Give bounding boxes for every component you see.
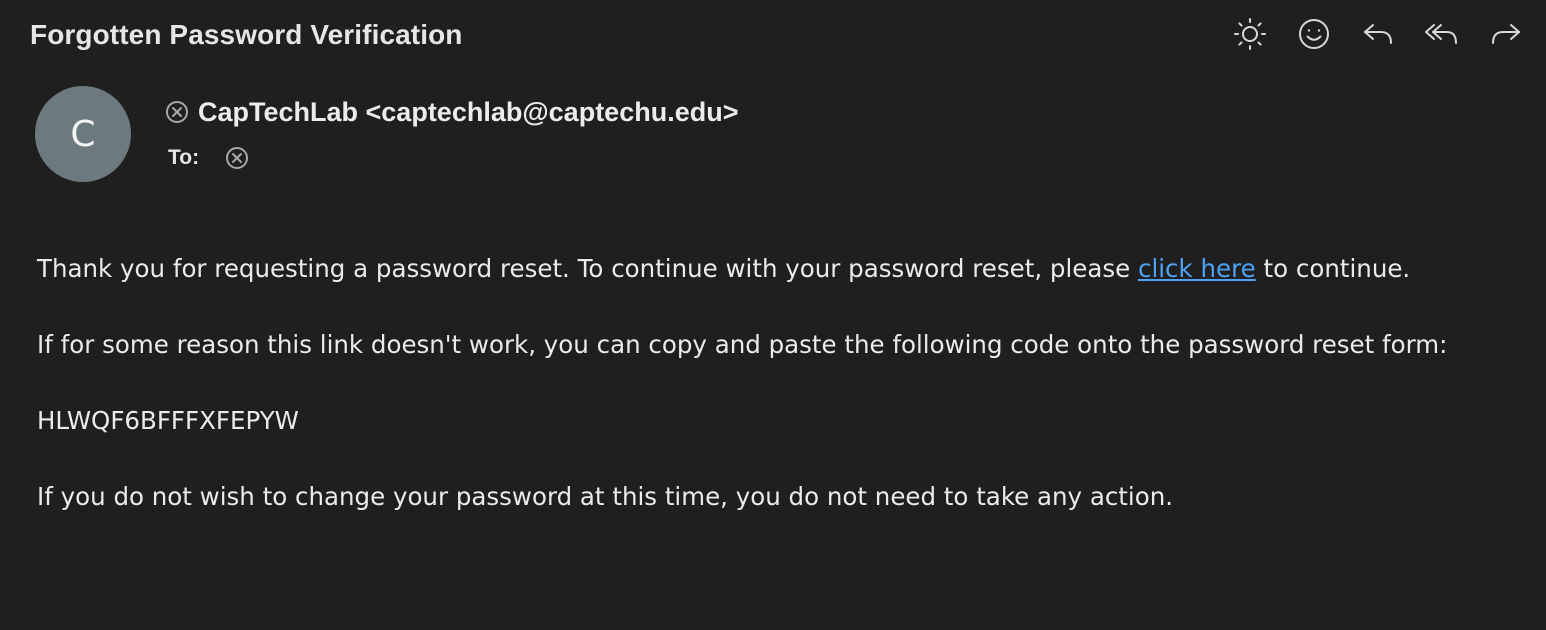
recipient-address[interactable] <box>257 148 347 168</box>
body-paragraph-2: If for some reason this link doesn't wor… <box>37 330 1448 359</box>
reset-intro-end: to continue. <box>1255 254 1411 283</box>
to-label: To: <box>168 146 200 169</box>
sender-line: CapTechLab <captechlab@captechu.edu> <box>165 93 738 131</box>
message-toolbar <box>1232 14 1524 54</box>
remove-sender-icon[interactable] <box>165 100 189 124</box>
email-reading-pane: Forgotten Password Verification C CapTec… <box>0 0 1546 630</box>
reply-button[interactable] <box>1360 14 1396 54</box>
reply-all-icon <box>1425 24 1457 44</box>
reset-intro-text: Thank you for requesting a password rese… <box>37 254 1138 283</box>
remove-recipient-icon[interactable] <box>225 146 249 170</box>
reset-link[interactable]: click here <box>1138 254 1256 283</box>
recipient-line: To: <box>168 140 347 176</box>
smiley-icon <box>1299 19 1329 49</box>
sun-icon <box>1234 18 1266 50</box>
theme-toggle-button[interactable] <box>1232 14 1268 54</box>
sender-avatar: C <box>35 86 131 182</box>
message-body: Thank you for requesting a password rese… <box>37 250 1497 516</box>
body-paragraph-3: If you do not wish to change your passwo… <box>37 482 1174 511</box>
forward-button[interactable] <box>1488 14 1524 54</box>
forward-icon <box>1492 24 1520 44</box>
react-button[interactable] <box>1296 14 1332 54</box>
sender-address[interactable]: CapTechLab <captechlab@captechu.edu> <box>198 93 738 131</box>
body-paragraph-1: Thank you for requesting a password rese… <box>37 250 1497 288</box>
reply-all-button[interactable] <box>1424 14 1460 54</box>
reset-code: HLWQF6BFFFXFEPYW <box>37 406 299 435</box>
reply-icon <box>1364 24 1392 44</box>
email-subject: Forgotten Password Verification <box>30 19 463 50</box>
